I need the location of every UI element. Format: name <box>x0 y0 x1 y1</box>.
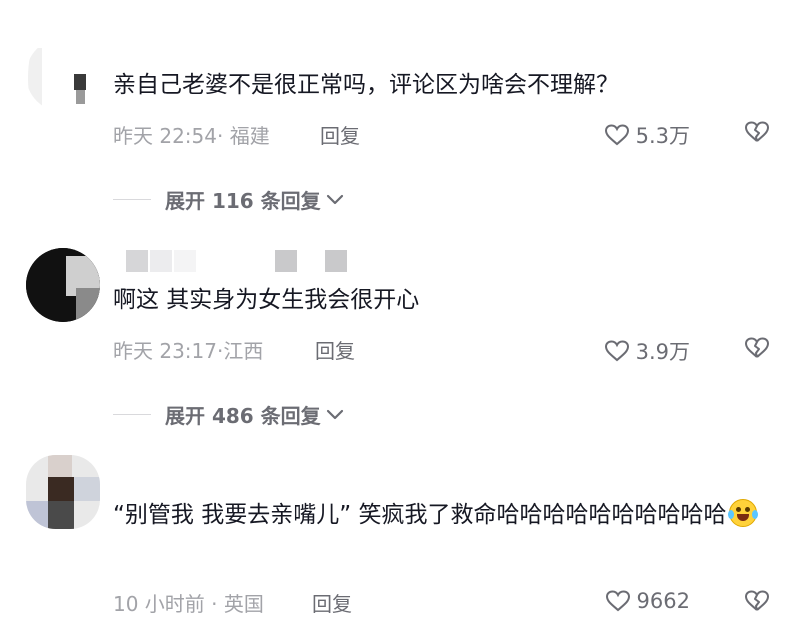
like-count: 9662 <box>636 589 690 613</box>
expand-replies-button[interactable]: 展开 116 条回复 <box>113 185 345 214</box>
like-count: 3.9万 <box>635 340 690 364</box>
dislike-button[interactable] <box>744 589 770 617</box>
comment-text-content: “别管我 我要去亲嘴儿” 笑疯我了救命哈哈哈哈哈哈哈哈哈哈 <box>113 502 727 528</box>
like-count: 5.3万 <box>635 124 690 148</box>
chevron-down-icon <box>326 194 343 204</box>
avatar[interactable] <box>26 248 100 322</box>
divider <box>113 414 151 415</box>
reply-button[interactable]: 回复 <box>320 120 360 149</box>
expand-replies-label: 展开 486 条回复 <box>165 404 321 428</box>
expand-replies-button[interactable]: 展开 486 条回复 <box>113 400 345 429</box>
broken-heart-icon <box>745 337 769 358</box>
like-button[interactable]: 9662 <box>605 589 690 613</box>
laughing-tears-emoji-icon <box>728 499 759 527</box>
heart-outline-icon <box>604 124 629 146</box>
like-button[interactable]: 5.3万 <box>604 120 690 150</box>
comment-text: 啊这 其实身为女生我会很开心 <box>113 287 420 313</box>
avatar[interactable] <box>26 38 100 112</box>
comment-meta: 昨天 22:54· 福建 <box>113 124 270 148</box>
comment-meta: 10 小时前 · 英国 <box>113 592 264 616</box>
reply-button[interactable]: 回复 <box>315 335 355 364</box>
avatar[interactable] <box>26 455 100 529</box>
heart-outline-icon <box>604 340 629 362</box>
reply-button[interactable]: 回复 <box>312 588 352 617</box>
dislike-button[interactable] <box>744 336 770 364</box>
broken-heart-icon <box>745 590 769 611</box>
comment-meta: 昨天 23:17·江西 <box>113 339 264 363</box>
dislike-button[interactable] <box>744 120 770 148</box>
comment-text: 亲自己老婆不是很正常吗，评论区为啥会不理解？ <box>113 72 619 98</box>
broken-heart-icon <box>745 121 769 142</box>
divider <box>113 199 151 200</box>
expand-replies-label: 展开 116 条回复 <box>165 189 321 213</box>
chevron-down-icon <box>326 409 343 419</box>
comment-text: “别管我 我要去亲嘴儿” 笑疯我了救命哈哈哈哈哈哈哈哈哈哈 <box>113 496 770 534</box>
like-button[interactable]: 3.9万 <box>604 336 690 366</box>
heart-outline-icon <box>605 590 630 612</box>
